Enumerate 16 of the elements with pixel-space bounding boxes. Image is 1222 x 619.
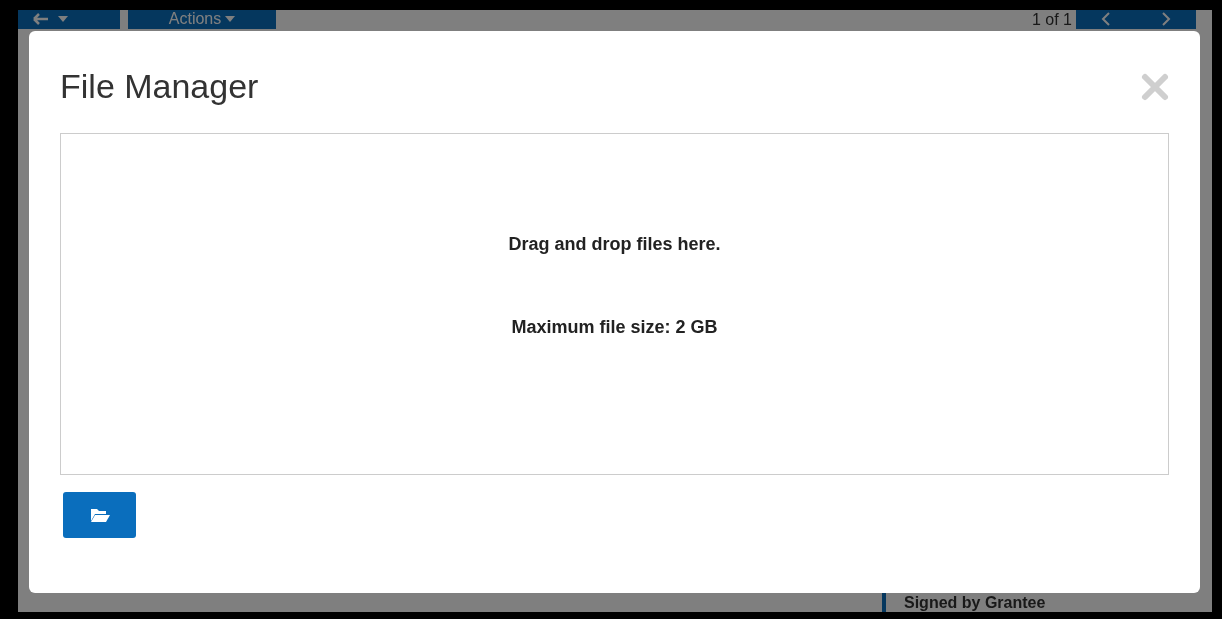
dialog-title: File Manager (60, 65, 259, 106)
pager-text: 1 of 1 (1031, 10, 1072, 29)
chevron-left-icon (1101, 11, 1111, 26)
previous-button[interactable] (1076, 10, 1136, 29)
drop-zone[interactable]: Drag and drop files here. Maximum file size: 2 GB (60, 133, 1169, 475)
close-button[interactable] (1140, 72, 1170, 102)
next-button[interactable] (1136, 10, 1196, 29)
chevron-right-icon (1161, 11, 1171, 26)
back-button[interactable] (18, 10, 120, 29)
dropzone-text: Drag and drop files here. (508, 234, 721, 255)
dropzone-text: Maximum file size: 2 GB (511, 317, 718, 338)
close-icon (1140, 72, 1170, 102)
browse-button[interactable] (63, 492, 136, 538)
folder-icon (89, 508, 110, 522)
caret-icon (225, 15, 236, 22)
panel-heading: Signed by Grantee (904, 594, 1046, 611)
